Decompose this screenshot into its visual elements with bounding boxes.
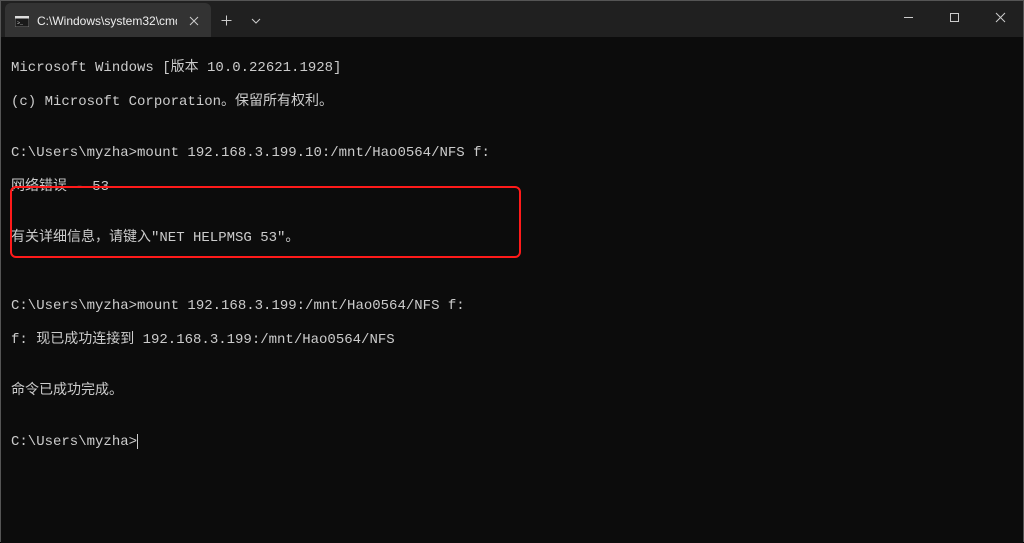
annotation-highlight-box xyxy=(10,186,521,258)
close-window-button[interactable] xyxy=(977,1,1023,33)
cursor-icon xyxy=(137,434,138,449)
terminal-line: Microsoft Windows [版本 10.0.22621.1928] xyxy=(11,60,1013,77)
terminal-prompt-line: C:\Users\myzha> xyxy=(11,434,1013,451)
terminal-viewport[interactable]: Microsoft Windows [版本 10.0.22621.1928] (… xyxy=(1,37,1023,543)
tab-cmd[interactable]: >_ C:\Windows\system32\cmd.ex xyxy=(5,3,211,39)
tab-title: C:\Windows\system32\cmd.ex xyxy=(37,14,177,28)
cmd-icon: >_ xyxy=(15,15,29,27)
title-bar: >_ C:\Windows\system32\cmd.ex xyxy=(1,1,1023,37)
terminal-prompt: C:\Users\myzha> xyxy=(11,434,137,450)
terminal-line: C:\Users\myzha>mount 192.168.3.199.10:/m… xyxy=(11,145,1013,162)
terminal-line: 命令已成功完成。 xyxy=(11,383,1013,400)
svg-text:>_: >_ xyxy=(17,20,24,26)
tab-close-button[interactable] xyxy=(185,12,203,30)
terminal-line: 有关详细信息，请键入"NET HELPMSG 53"。 xyxy=(11,230,1013,247)
minimize-button[interactable] xyxy=(885,1,931,33)
maximize-button[interactable] xyxy=(931,1,977,33)
terminal-line: f: 现已成功连接到 192.168.3.199:/mnt/Hao0564/NF… xyxy=(11,332,1013,349)
terminal-line: (c) Microsoft Corporation。保留所有权利。 xyxy=(11,94,1013,111)
window-controls xyxy=(885,1,1023,37)
tab-dropdown-button[interactable] xyxy=(241,6,271,36)
terminal-line: 网络错误 - 53 xyxy=(11,179,1013,196)
terminal-line: C:\Users\myzha>mount 192.168.3.199:/mnt/… xyxy=(11,298,1013,315)
new-tab-button[interactable] xyxy=(211,6,241,36)
